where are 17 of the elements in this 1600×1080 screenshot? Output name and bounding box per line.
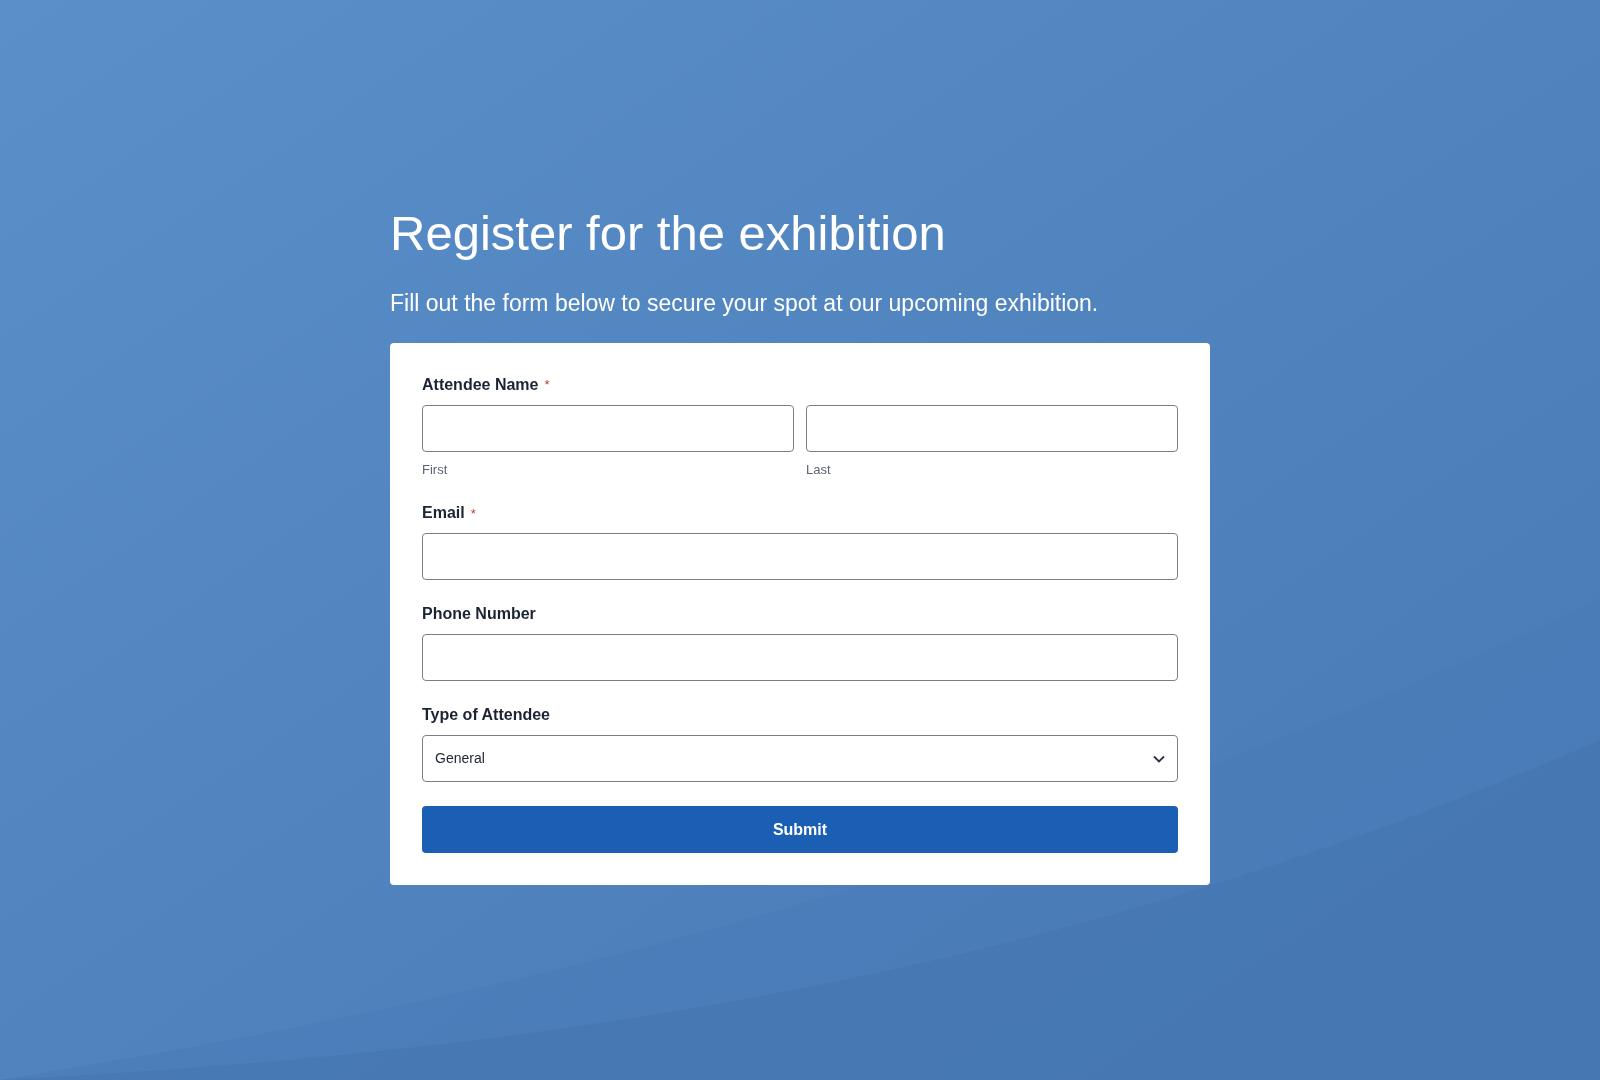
field-label: Email [422,503,465,524]
field-label: Phone Number [422,604,536,625]
page-subtitle: Fill out the form below to secure your spot at our upcoming exhibition. [390,289,1099,319]
required-mark: * [544,376,550,394]
field-sublabel: Last [806,460,832,479]
input-field[interactable] [806,404,1178,452]
dropdown-field[interactable]: General [422,735,1178,783]
required-mark: * [470,504,476,523]
field-label: Type of Attendee [422,705,550,726]
chevron-down-icon [1153,754,1165,763]
input-field[interactable] [422,533,1178,581]
field-sublabel: First [422,460,449,479]
submit-button[interactable]: Submit [422,806,1178,854]
page-title: Register for the exhibition [390,205,946,262]
field-label: Attendee Name [422,374,539,395]
input-field[interactable] [422,404,794,452]
input-field[interactable] [422,634,1178,682]
